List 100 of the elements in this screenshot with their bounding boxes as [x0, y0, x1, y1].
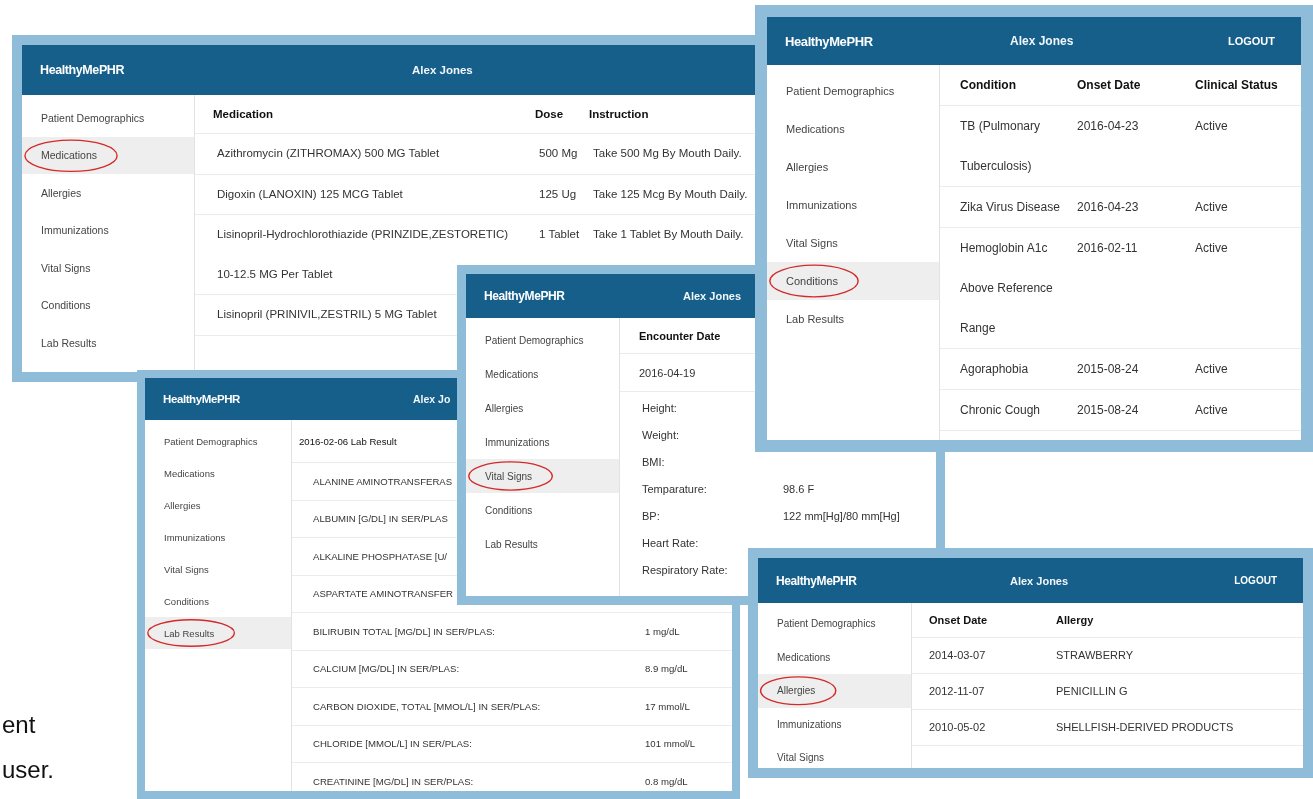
- nav-item[interactable]: Medications: [22, 136, 194, 174]
- table-cell-text: Active: [1195, 361, 1228, 378]
- column-header: Clinical Status: [1195, 78, 1278, 92]
- nav-item[interactable]: Immunizations: [767, 186, 939, 224]
- table-cell-text: Chronic Cough: [960, 402, 1041, 419]
- table-cell-text: Digoxin (LANOXIN) 125 MCG Tablet: [217, 186, 403, 202]
- nav-item[interactable]: Vital Signs: [758, 741, 911, 768]
- table-cell-text: Lisinopril-Hydrochlorothiazide (PRINZIDE,ZESTORETIC) 10-12.5 MG Per Tablet: [217, 227, 509, 282]
- column-header: Encounter Date: [639, 329, 721, 342]
- logout-button[interactable]: LOGOUT: [1234, 575, 1277, 586]
- table-cell-text: 2010-05-02: [929, 720, 986, 735]
- table-cell-text: PENICILLIN G: [1056, 684, 1128, 699]
- nav-item[interactable]: Medications: [145, 457, 291, 489]
- user-name: Alex Jo: [413, 393, 451, 405]
- table-cell-text: TB (Pulmonary Tuberculosis): [960, 118, 1041, 175]
- test-name: ALANINE AMINOTRANSFERAS: [313, 475, 453, 487]
- test-name: CALCIUM [MG/DL] IN SER/PLAS:: [313, 663, 460, 675]
- nav-item[interactable]: Medications: [767, 110, 939, 148]
- brand-title: HealthyMePHR: [484, 289, 566, 303]
- user-name: Alex Jones: [1010, 34, 1074, 48]
- vital-label: BMI:: [642, 455, 665, 468]
- brand-title: HealthyMePHR: [163, 393, 241, 405]
- column-header: Medication: [213, 108, 274, 120]
- table-cell-text: Active: [1195, 240, 1228, 257]
- table-cell-text: 2014-03-07: [929, 648, 986, 663]
- table-cell-text: SHELLFISH-DERIVED PRODUCTS: [1056, 720, 1234, 735]
- nav-item[interactable]: Allergies: [767, 148, 939, 186]
- nav-item[interactable]: Vital Signs: [145, 553, 291, 585]
- table-cell-text: 2016-04-23: [1077, 199, 1139, 216]
- vital-value: 122 mm[Hg]/80 mm[Hg]: [783, 509, 900, 522]
- nav-item[interactable]: Medications: [466, 357, 619, 391]
- test-name: BILIRUBIN TOTAL [MG/DL] IN SER/PLAS:: [313, 625, 495, 637]
- nav-item[interactable]: Vital Signs: [22, 249, 194, 287]
- test-value: 0.8 mg/dL: [645, 775, 688, 787]
- table-cell-text: 2012-11-07: [929, 684, 985, 699]
- vital-label: BP:: [642, 509, 660, 522]
- brand-title: HealthyMePHR: [785, 33, 874, 49]
- nav-item[interactable]: Lab Results: [767, 300, 939, 338]
- test-value: 8.9 mg/dL: [645, 663, 688, 675]
- nav-item[interactable]: Conditions: [145, 585, 291, 617]
- test-value: 101 mmol/L: [645, 738, 696, 750]
- nav-item[interactable]: Allergies: [145, 489, 291, 521]
- table-cell-text: Take 500 Mg By Mouth Daily.: [593, 146, 742, 161]
- nav-item[interactable]: Lab Results: [22, 324, 194, 362]
- table-cell-text: 1 Tablet: [539, 227, 580, 242]
- nav-item[interactable]: Vital Signs: [466, 459, 619, 493]
- test-name: ALKALINE PHOSPHATASE [U/: [313, 550, 447, 562]
- test-name: CARBON DIOXIDE, TOTAL [MMOL/L] IN SER/PLAS:: [313, 700, 541, 712]
- table-cell-text: Azithromycin (ZITHROMAX) 500 MG Tablet: [217, 146, 440, 161]
- vital-label: Weight:: [642, 428, 680, 441]
- table-cell-text: 2015-08-24: [1077, 361, 1139, 378]
- nav-item[interactable]: Patient Demographics: [758, 607, 911, 641]
- nav-item[interactable]: Patient Demographics: [145, 425, 291, 457]
- nav-item[interactable]: Immunizations: [758, 707, 911, 741]
- table-cell: 2016-04-19: [639, 366, 696, 379]
- table-cell-text: Take 1 Tablet By Mouth Daily.: [593, 227, 744, 242]
- table-cell-text: 2016-02-11: [1077, 240, 1138, 257]
- column-header: Onset Date: [929, 614, 988, 626]
- nav-item[interactable]: Patient Demographics: [767, 72, 939, 110]
- table-cell-text: Active: [1195, 118, 1228, 135]
- nav-item[interactable]: Vital Signs: [767, 224, 939, 262]
- logout-button[interactable]: LOGOUT: [1227, 35, 1275, 47]
- column-header: Dose: [535, 108, 564, 120]
- nav-item[interactable]: Patient Demographics: [22, 99, 194, 137]
- table-cell-text: Active: [1195, 199, 1228, 216]
- table-cell-text: 500 Mg: [539, 146, 578, 161]
- nav-item[interactable]: Conditions: [22, 286, 194, 324]
- table-cell-text: Lisinopril (PRINIVIL,ZESTRIL) 5 MG Tablet: [217, 307, 437, 322]
- nav-item[interactable]: Immunizations: [145, 521, 291, 553]
- vital-label: Height:: [642, 401, 677, 414]
- table-cell-text: 125 Ug: [539, 186, 577, 202]
- table-cell-text: 2015-08-24: [1077, 402, 1139, 419]
- table-cell-text: STRAWBERRY: [1056, 648, 1133, 663]
- brand-title: HealthyMePHR: [40, 63, 126, 77]
- test-name: CREATININE [MG/DL] IN SER/PLAS:: [313, 775, 474, 787]
- table-cell-text: Active: [1195, 402, 1228, 419]
- nav-item[interactable]: Allergies: [22, 174, 194, 212]
- vital-label: Respiratory Rate:: [642, 563, 728, 576]
- nav-item[interactable]: Conditions: [466, 493, 619, 527]
- vital-value: 98.6 F: [783, 482, 815, 495]
- user-name: Alex Jones: [683, 290, 742, 302]
- table-cell-text: Take 125 Mcg By Mouth Daily.: [593, 186, 748, 202]
- nav-item[interactable]: Allergies: [758, 674, 911, 708]
- test-name: CHLORIDE [MMOL/L] IN SER/PLAS:: [313, 738, 472, 750]
- nav-item[interactable]: Lab Results: [145, 617, 291, 649]
- nav-item[interactable]: Conditions: [767, 262, 939, 300]
- nav-item[interactable]: Medications: [758, 640, 911, 674]
- column-header: Instruction: [589, 108, 649, 120]
- slide-text: user.: [2, 755, 55, 785]
- table-cell-text: Agoraphobia: [960, 361, 1029, 378]
- nav-item[interactable]: Immunizations: [22, 211, 194, 249]
- nav-item[interactable]: Lab Results: [466, 527, 619, 561]
- user-name: Alex Jones: [412, 64, 473, 76]
- brand-title: HealthyMePHR: [776, 573, 858, 588]
- nav-item[interactable]: Allergies: [466, 391, 619, 425]
- table-cell-text: Zika Virus Disease: [960, 199, 1060, 216]
- user-name: Alex Jones: [1010, 574, 1069, 587]
- column-header: Onset Date: [1077, 78, 1141, 92]
- nav-item[interactable]: Patient Demographics: [466, 323, 619, 357]
- nav-item[interactable]: Immunizations: [466, 425, 619, 459]
